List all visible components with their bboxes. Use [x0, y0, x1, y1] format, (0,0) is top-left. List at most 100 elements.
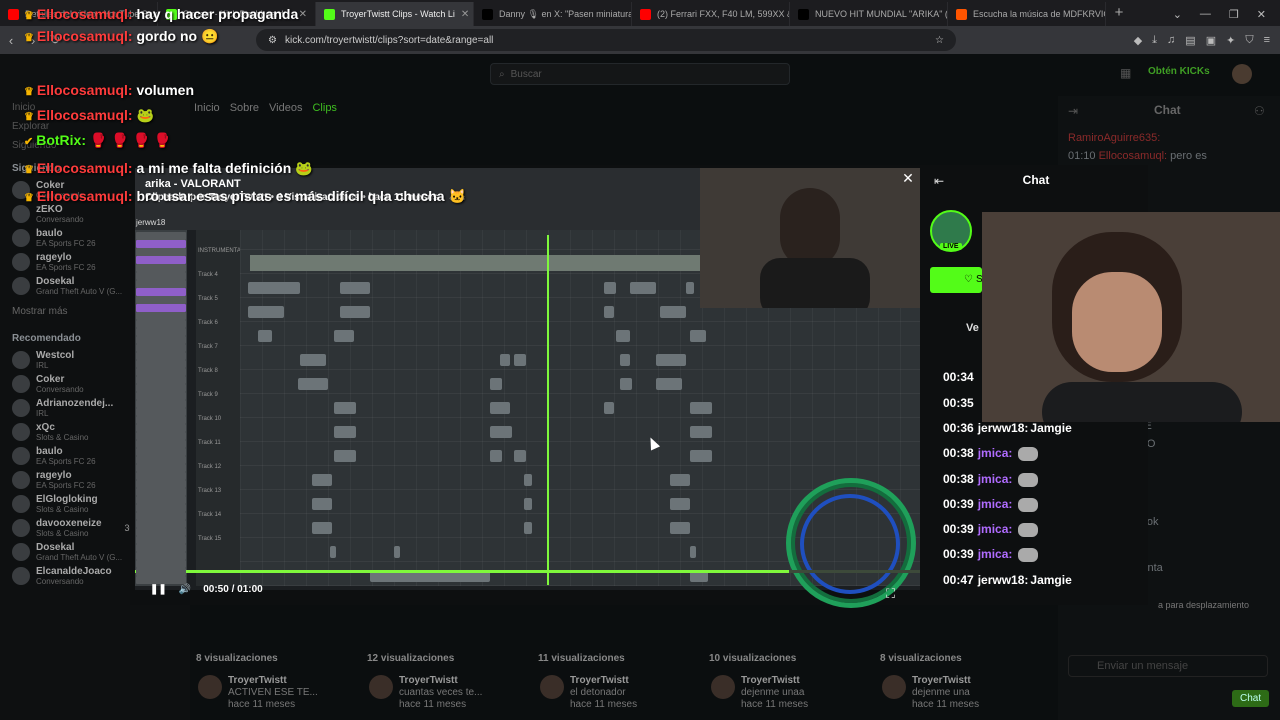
chat-send-button[interactable]: Chat: [1232, 690, 1270, 707]
channel-tab[interactable]: Clips: [312, 102, 336, 114]
get-kicks-button[interactable]: Obtén KICKs: [1148, 66, 1210, 77]
pause-icon[interactable]: ❚❚: [150, 584, 167, 595]
new-tab-button[interactable]: +: [1106, 2, 1132, 26]
channel-avatar: [12, 399, 30, 417]
channel-avatar: [12, 351, 30, 369]
video-progress-fill: [135, 570, 790, 573]
minimize-icon[interactable]: —: [1200, 8, 1211, 20]
user-avatar[interactable]: [1232, 64, 1252, 84]
fullscreen-icon[interactable]: ⛶: [886, 586, 895, 602]
channel-rack-row: [136, 392, 186, 400]
overlay-chat-line: ♛ Ellocosamuql: a mi me falta definición …: [24, 160, 313, 177]
overlay-text: a mi me falta definición: [136, 160, 296, 176]
wallet-icon[interactable]: ▣: [1206, 34, 1216, 47]
chat-timestamp: 00:35: [943, 396, 974, 410]
download-icon[interactable]: ⤓: [1152, 34, 1157, 47]
browser-tab[interactable]: (2) Ferrari FXX, F40 LM, 599XX & Vi✕: [632, 2, 790, 26]
chat-username[interactable]: jmica:: [978, 547, 1013, 561]
extension-icon[interactable]: ◆: [1134, 34, 1142, 47]
chat-username[interactable]: jmica:: [978, 497, 1013, 511]
clip-card-title: ACTIVEN ESE TE...: [228, 687, 318, 698]
browser-tab[interactable]: TroyerTwistt Clips - Watch Li ✕: [316, 2, 474, 26]
clip-card[interactable]: TroyerTwistt el detonador hace 11 meses: [540, 675, 637, 711]
tab-favicon-icon: [482, 8, 493, 20]
crown-badge-icon: ♛: [24, 32, 34, 44]
channel-rack-row: [136, 544, 186, 552]
audio-clip: [340, 282, 370, 294]
channel-name: Adrianozendej...: [36, 398, 114, 409]
browser-tab[interactable]: NUEVO HIT MUNDIAL "ARIKA" (not✕: [790, 2, 948, 26]
clip-chat-title: Chat: [1022, 173, 1050, 187]
audio-clip: [312, 522, 332, 534]
collapse-chat-icon[interactable]: ⇥: [1068, 104, 1078, 118]
follow-button[interactable]: ♡ S: [930, 267, 983, 293]
crown-badge-icon: ♛: [24, 10, 34, 22]
clip-card[interactable]: TroyerTwistt ACTIVEN ESE TE... hace 11 mes…: [198, 675, 318, 711]
channel-category: Conversando: [36, 215, 84, 224]
clip-card[interactable]: TroyerTwistt dejenme una hace 11 meses: [882, 675, 979, 711]
overlay-chat-line: ♛ Ellocosamuql: gordo no 😐: [24, 28, 218, 45]
channel-rack-row: [136, 496, 186, 504]
clip-card-age: hace 11 meses: [741, 699, 809, 710]
clip-card[interactable]: TroyerTwistt dejenme unaa hace 11 meses: [711, 675, 809, 711]
chat-username[interactable]: jerww18:: [978, 421, 1029, 435]
bookmark-icon[interactable]: ☆: [935, 35, 944, 46]
chat-username[interactable]: jerww18:: [978, 573, 1029, 587]
page-chat-title: Chat: [1154, 103, 1181, 117]
puzzle-icon[interactable]: ✦: [1226, 34, 1235, 47]
browser-tab[interactable]: Danny 🎙 en X: "Pasen miniaturas✕: [474, 2, 632, 26]
channel-category: IRL: [36, 409, 49, 418]
channel-rack-row: [136, 472, 186, 480]
tab-search-icon[interactable]: ⌄: [1173, 8, 1182, 21]
close-modal-button[interactable]: ✕: [900, 170, 916, 187]
channel-category: EA Sports FC 26: [36, 239, 96, 248]
chat-username[interactable]: jmica:: [978, 446, 1013, 460]
back-icon[interactable]: ‹: [0, 33, 22, 48]
channel-tab[interactable]: Sobre: [230, 102, 259, 114]
shield-icon[interactable]: ⛉: [1245, 34, 1253, 47]
channel-rack-row: [136, 248, 186, 256]
channel-avatar: [12, 495, 30, 513]
chat-timestamp: 00:39: [943, 522, 974, 536]
clip-card-title: el detonador: [570, 687, 626, 698]
audio-clip: [258, 330, 272, 342]
channel-tab[interactable]: Inicio: [194, 102, 220, 114]
clip-card-title: cuantas veces te...: [399, 687, 483, 698]
channel-rack-row: [136, 328, 186, 336]
chat-username[interactable]: jmica:: [978, 522, 1013, 536]
chat-username[interactable]: jmica:: [978, 472, 1013, 486]
track-label: Track 4: [198, 272, 218, 278]
overlay-username: Ellocosamuql:: [36, 188, 137, 204]
clip-card[interactable]: TroyerTwistt cuantas veces te... hace 11 m…: [369, 675, 483, 711]
overlay-text: volumen: [136, 82, 195, 98]
overlay-username: Ellocosamuql:: [36, 28, 137, 44]
channel-nav: Inicio Sobre Videos Clips: [194, 102, 337, 114]
menu-icon[interactable]: ≡: [1264, 34, 1270, 47]
search-input[interactable]: ⌕ Buscar: [490, 63, 790, 85]
overlay-text: gordo no: [136, 28, 201, 44]
channel-avatar: [12, 423, 30, 441]
channel-category: Grand Theft Auto V (G...: [36, 287, 123, 296]
channel-tab[interactable]: Videos: [269, 102, 302, 114]
browser-tab[interactable]: Escucha la música de MDFKRVIČ®✕: [948, 2, 1106, 26]
grid-icon[interactable]: ▦: [1120, 66, 1131, 80]
site-info-icon[interactable]: ⚙: [268, 35, 277, 46]
overlay-username: Ellocosamuql:: [36, 6, 137, 22]
view-button[interactable]: Ve: [966, 322, 979, 334]
volume-icon[interactable]: 🔊: [179, 584, 191, 595]
overlay-emote-icon: 😐: [201, 28, 219, 44]
close-window-icon[interactable]: ✕: [1257, 8, 1266, 21]
audio-clip: [620, 354, 630, 366]
sidepanel-icon[interactable]: ▤: [1185, 34, 1195, 47]
maximize-icon[interactable]: ❐: [1229, 8, 1239, 21]
crown-badge-icon: ♛: [24, 111, 34, 123]
url-field[interactable]: ⚙ kick.com/troyertwistt/clips?sort=date&…: [256, 29, 956, 51]
audio-clip: [524, 474, 532, 486]
tab-close-icon[interactable]: ✕: [461, 9, 469, 20]
channel-avatar: [12, 519, 30, 537]
send-message-input[interactable]: Enviar un mensaje: [1068, 655, 1268, 677]
users-icon[interactable]: ⚇: [1254, 104, 1265, 118]
tab-close-icon[interactable]: ✕: [299, 9, 307, 20]
channel-rack-row: [136, 272, 186, 280]
music-icon[interactable]: ♫: [1167, 34, 1175, 47]
